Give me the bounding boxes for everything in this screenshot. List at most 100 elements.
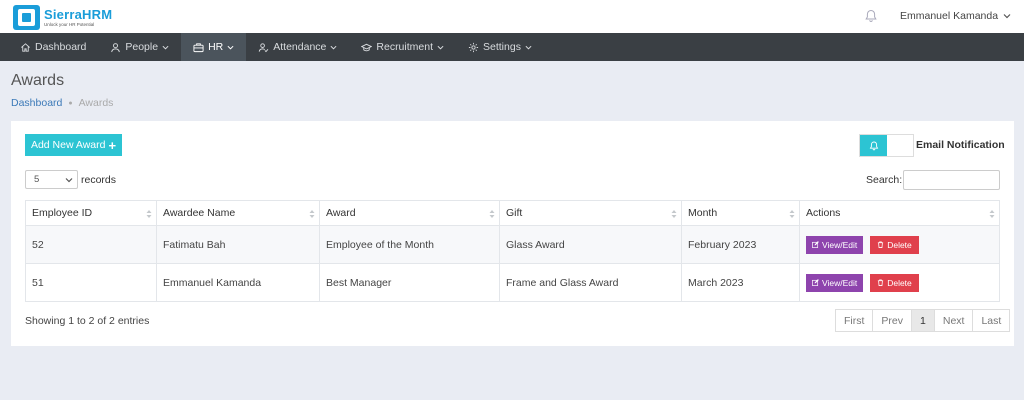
records-per-page-select[interactable]: 5 [25, 170, 78, 189]
cell-gift: Frame and Glass Award [499, 263, 682, 302]
sort-icon [789, 210, 795, 218]
breadcrumb-current: Awards [78, 97, 114, 109]
cell-award: Best Manager [319, 263, 500, 302]
records-select-value: 5 [34, 174, 40, 185]
column-header-employee-id[interactable]: Employee ID [25, 200, 157, 226]
cell-gift: Glass Award [499, 225, 682, 264]
user-icon [111, 42, 121, 52]
plus-icon: + [108, 137, 117, 153]
records-label: records [81, 174, 117, 186]
edit-icon [812, 279, 819, 286]
column-header-month[interactable]: Month [681, 200, 800, 226]
home-icon [21, 42, 30, 52]
notification-bell-icon[interactable] [864, 9, 878, 23]
sort-icon [146, 210, 152, 218]
toggle-on-side [860, 135, 887, 156]
pagination-next[interactable]: Next [933, 310, 973, 331]
add-award-label: Add New Award [30, 139, 106, 151]
brand-tagline: Unlock your HR Potential [44, 21, 95, 27]
nav-label: HR [208, 41, 224, 53]
cell-awardee-name: Emmanuel Kamanda [156, 263, 320, 302]
delete-label: Delete [887, 239, 912, 250]
trash-icon [878, 241, 884, 248]
bell-icon [869, 141, 878, 150]
user-name: Emmanuel Kamanda [900, 10, 999, 22]
delete-label: Delete [887, 277, 912, 288]
chevron-down-icon [227, 45, 234, 50]
cell-month: February 2023 [681, 225, 800, 264]
brand-name: SierraHRM [44, 6, 113, 22]
column-header-label: Awardee Name [163, 207, 236, 219]
table-row: 52 Fatimatu Bah Employee of the Month Gl… [25, 225, 1000, 264]
delete-button[interactable]: Delete [870, 235, 919, 254]
nav-label: People [125, 41, 159, 53]
gear-icon [468, 42, 479, 52]
table-row: 51 Emmanuel Kamanda Best Manager Frame a… [25, 263, 1000, 302]
chevron-down-icon [162, 45, 169, 50]
pagination-last[interactable]: Last [972, 310, 1009, 331]
email-notification-label: Email Notification [916, 139, 1005, 151]
pagination-first[interactable]: First [836, 310, 872, 331]
pagination-prev[interactable]: Prev [872, 310, 911, 331]
column-header-awardee-name[interactable]: Awardee Name [156, 200, 320, 226]
column-header-actions[interactable]: Actions [799, 200, 1000, 226]
sort-icon [489, 210, 495, 218]
user-menu[interactable]: Emmanuel Kamanda [900, 10, 1011, 22]
pagination: First Prev 1 Next Last [835, 309, 1011, 332]
toggle-off-side [887, 135, 913, 156]
logo-icon [13, 5, 40, 30]
cell-month: March 2023 [681, 263, 800, 302]
attendance-icon [258, 42, 269, 52]
sort-icon [671, 210, 677, 218]
column-header-label: Actions [806, 207, 841, 219]
table-info: Showing 1 to 2 of 2 entries [25, 315, 150, 327]
nav-recruitment[interactable]: Recruitment [349, 33, 456, 61]
cell-awardee-name: Fatimatu Bah [156, 225, 320, 264]
chevron-down-icon [437, 45, 444, 50]
cell-actions: View/Edit Delete [799, 225, 1000, 264]
view-edit-button[interactable]: View/Edit [806, 235, 864, 254]
breadcrumb: Dashboard ● Awards [11, 97, 113, 109]
nav-label: Settings [483, 41, 521, 53]
column-header-label: Employee ID [32, 207, 93, 219]
add-new-award-button[interactable]: Add New Award + [25, 134, 122, 156]
awards-table: Employee ID Awardee Name Award Gift Mont… [25, 200, 1000, 302]
view-edit-label: View/Edit [822, 239, 858, 250]
breadcrumb-separator-icon: ● [68, 99, 73, 107]
email-notification-toggle[interactable] [859, 134, 914, 157]
graduation-icon [361, 43, 373, 51]
nav-label: Dashboard [35, 41, 87, 53]
cell-actions: View/Edit Delete [799, 263, 1000, 302]
nav-attendance[interactable]: Attendance [246, 33, 349, 61]
sort-icon [989, 210, 995, 218]
column-header-label: Month [688, 207, 718, 219]
cell-employee-id: 51 [25, 263, 157, 302]
nav-settings[interactable]: Settings [456, 33, 544, 61]
view-edit-button[interactable]: View/Edit [806, 273, 864, 292]
cell-employee-id: 52 [25, 225, 157, 264]
nav-label: Recruitment [376, 41, 433, 53]
top-header: SierraHRM Unlock your HR Potential Emman… [0, 0, 1024, 33]
nav-dashboard[interactable]: Dashboard [8, 33, 98, 61]
delete-button[interactable]: Delete [870, 273, 919, 292]
edit-icon [812, 241, 819, 248]
page-title: Awards [11, 72, 65, 89]
chevron-down-icon [525, 45, 532, 50]
logo[interactable]: SierraHRM Unlock your HR Potential [12, 4, 112, 31]
nav-label: Attendance [273, 41, 327, 53]
nav-hr[interactable]: HR [181, 33, 247, 61]
chevron-down-icon [330, 45, 337, 50]
column-header-label: Award [326, 207, 356, 219]
breadcrumb-home-link[interactable]: Dashboard [11, 97, 62, 109]
column-header-gift[interactable]: Gift [499, 200, 682, 226]
column-header-award[interactable]: Award [319, 200, 500, 226]
pagination-page[interactable]: 1 [911, 310, 934, 331]
chevron-down-icon [1003, 14, 1011, 19]
nav-people[interactable]: People [98, 33, 181, 61]
awards-card: Add New Award + Email Notification 5 rec… [11, 121, 1014, 346]
chevron-down-icon [65, 178, 73, 183]
sort-icon [309, 210, 315, 218]
search-input[interactable] [903, 170, 1000, 190]
search-label: Search: [866, 174, 903, 186]
column-header-label: Gift [506, 207, 523, 219]
